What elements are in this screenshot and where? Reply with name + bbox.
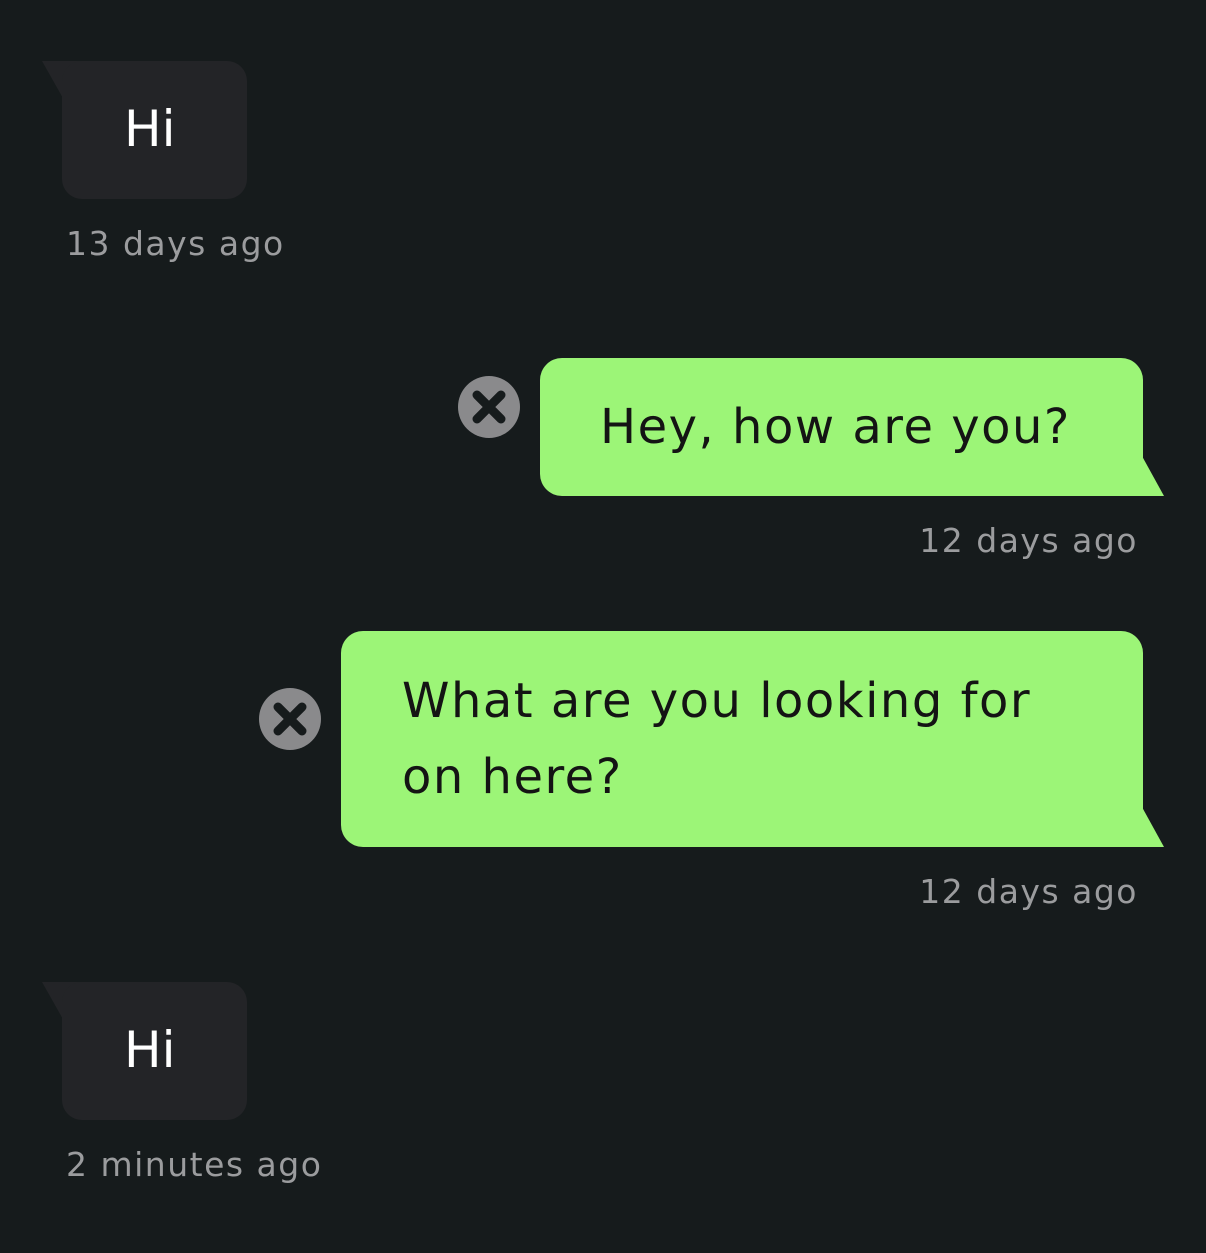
message-bubble-incoming[interactable]: Hi xyxy=(62,982,247,1120)
message-bubble-outgoing[interactable]: Hey, how are you? xyxy=(540,358,1143,496)
message-text: What are you looking for on here? xyxy=(402,673,1032,805)
message-timestamp: 13 days ago xyxy=(66,224,285,263)
message-timestamp: 12 days ago xyxy=(919,872,1138,911)
message-timestamp: 2 minutes ago xyxy=(66,1145,323,1184)
message-bubble-outgoing[interactable]: What are you looking for on here? xyxy=(341,631,1143,847)
error-x-icon[interactable] xyxy=(259,688,321,750)
message-text: Hi xyxy=(124,1021,176,1079)
message-timestamp: 12 days ago xyxy=(919,521,1138,560)
error-x-icon[interactable] xyxy=(458,376,520,438)
message-bubble-incoming[interactable]: Hi xyxy=(62,61,247,199)
message-text: Hi xyxy=(124,100,176,158)
message-text: Hey, how are you? xyxy=(600,399,1071,455)
